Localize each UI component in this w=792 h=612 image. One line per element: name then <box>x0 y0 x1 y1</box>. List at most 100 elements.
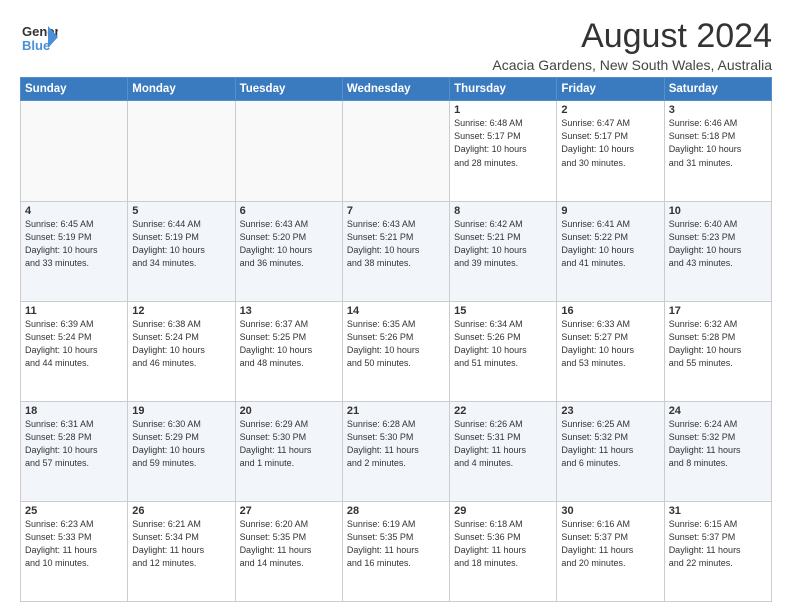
day-number: 18 <box>25 405 123 417</box>
calendar-cell: 10Sunrise: 6:40 AM Sunset: 5:23 PM Dayli… <box>664 201 771 301</box>
day-detail: Sunrise: 6:43 AM Sunset: 5:21 PM Dayligh… <box>347 218 445 270</box>
calendar-cell: 3Sunrise: 6:46 AM Sunset: 5:18 PM Daylig… <box>664 101 771 201</box>
day-number: 30 <box>561 505 659 517</box>
calendar-cell: 12Sunrise: 6:38 AM Sunset: 5:24 PM Dayli… <box>128 301 235 401</box>
day-number: 28 <box>347 505 445 517</box>
calendar-cell: 6Sunrise: 6:43 AM Sunset: 5:20 PM Daylig… <box>235 201 342 301</box>
day-number: 23 <box>561 405 659 417</box>
calendar-cell: 7Sunrise: 6:43 AM Sunset: 5:21 PM Daylig… <box>342 201 449 301</box>
day-header-saturday: Saturday <box>664 78 771 101</box>
day-number: 13 <box>240 305 338 317</box>
day-detail: Sunrise: 6:48 AM Sunset: 5:17 PM Dayligh… <box>454 117 552 169</box>
calendar-cell <box>342 101 449 201</box>
day-number: 26 <box>132 505 230 517</box>
page: General Blue August 2024 Acacia Gardens,… <box>0 0 792 612</box>
calendar-cell: 9Sunrise: 6:41 AM Sunset: 5:22 PM Daylig… <box>557 201 664 301</box>
day-header-thursday: Thursday <box>450 78 557 101</box>
day-number: 5 <box>132 205 230 217</box>
calendar-cell: 15Sunrise: 6:34 AM Sunset: 5:26 PM Dayli… <box>450 301 557 401</box>
calendar-week-2: 4Sunrise: 6:45 AM Sunset: 5:19 PM Daylig… <box>21 201 772 301</box>
logo: General Blue <box>20 18 58 61</box>
day-detail: Sunrise: 6:45 AM Sunset: 5:19 PM Dayligh… <box>25 218 123 270</box>
day-number: 11 <box>25 305 123 317</box>
day-detail: Sunrise: 6:18 AM Sunset: 5:36 PM Dayligh… <box>454 518 552 570</box>
calendar-week-5: 25Sunrise: 6:23 AM Sunset: 5:33 PM Dayli… <box>21 501 772 601</box>
calendar-cell: 22Sunrise: 6:26 AM Sunset: 5:31 PM Dayli… <box>450 401 557 501</box>
calendar-header-row: SundayMondayTuesdayWednesdayThursdayFrid… <box>21 78 772 101</box>
day-number: 3 <box>669 104 767 116</box>
calendar-table: SundayMondayTuesdayWednesdayThursdayFrid… <box>20 77 772 602</box>
day-header-monday: Monday <box>128 78 235 101</box>
calendar-cell <box>235 101 342 201</box>
day-number: 19 <box>132 405 230 417</box>
day-number: 21 <box>347 405 445 417</box>
calendar-cell: 25Sunrise: 6:23 AM Sunset: 5:33 PM Dayli… <box>21 501 128 601</box>
day-detail: Sunrise: 6:25 AM Sunset: 5:32 PM Dayligh… <box>561 418 659 470</box>
day-number: 9 <box>561 205 659 217</box>
day-number: 20 <box>240 405 338 417</box>
day-number: 29 <box>454 505 552 517</box>
day-detail: Sunrise: 6:26 AM Sunset: 5:31 PM Dayligh… <box>454 418 552 470</box>
day-number: 2 <box>561 104 659 116</box>
logo-icon: General Blue <box>20 18 58 56</box>
day-number: 22 <box>454 405 552 417</box>
day-detail: Sunrise: 6:21 AM Sunset: 5:34 PM Dayligh… <box>132 518 230 570</box>
calendar-cell: 2Sunrise: 6:47 AM Sunset: 5:17 PM Daylig… <box>557 101 664 201</box>
day-detail: Sunrise: 6:40 AM Sunset: 5:23 PM Dayligh… <box>669 218 767 270</box>
day-detail: Sunrise: 6:19 AM Sunset: 5:35 PM Dayligh… <box>347 518 445 570</box>
day-detail: Sunrise: 6:34 AM Sunset: 5:26 PM Dayligh… <box>454 318 552 370</box>
calendar-cell: 13Sunrise: 6:37 AM Sunset: 5:25 PM Dayli… <box>235 301 342 401</box>
calendar-cell: 21Sunrise: 6:28 AM Sunset: 5:30 PM Dayli… <box>342 401 449 501</box>
day-detail: Sunrise: 6:41 AM Sunset: 5:22 PM Dayligh… <box>561 218 659 270</box>
calendar-week-4: 18Sunrise: 6:31 AM Sunset: 5:28 PM Dayli… <box>21 401 772 501</box>
day-detail: Sunrise: 6:44 AM Sunset: 5:19 PM Dayligh… <box>132 218 230 270</box>
day-number: 1 <box>454 104 552 116</box>
calendar-cell: 11Sunrise: 6:39 AM Sunset: 5:24 PM Dayli… <box>21 301 128 401</box>
day-detail: Sunrise: 6:15 AM Sunset: 5:37 PM Dayligh… <box>669 518 767 570</box>
day-detail: Sunrise: 6:29 AM Sunset: 5:30 PM Dayligh… <box>240 418 338 470</box>
day-detail: Sunrise: 6:23 AM Sunset: 5:33 PM Dayligh… <box>25 518 123 570</box>
day-detail: Sunrise: 6:42 AM Sunset: 5:21 PM Dayligh… <box>454 218 552 270</box>
calendar-cell: 23Sunrise: 6:25 AM Sunset: 5:32 PM Dayli… <box>557 401 664 501</box>
day-detail: Sunrise: 6:24 AM Sunset: 5:32 PM Dayligh… <box>669 418 767 470</box>
day-number: 10 <box>669 205 767 217</box>
day-number: 6 <box>240 205 338 217</box>
day-detail: Sunrise: 6:39 AM Sunset: 5:24 PM Dayligh… <box>25 318 123 370</box>
day-number: 7 <box>347 205 445 217</box>
day-number: 4 <box>25 205 123 217</box>
calendar-cell <box>128 101 235 201</box>
day-number: 16 <box>561 305 659 317</box>
day-number: 27 <box>240 505 338 517</box>
day-detail: Sunrise: 6:33 AM Sunset: 5:27 PM Dayligh… <box>561 318 659 370</box>
day-header-friday: Friday <box>557 78 664 101</box>
calendar-cell: 4Sunrise: 6:45 AM Sunset: 5:19 PM Daylig… <box>21 201 128 301</box>
day-detail: Sunrise: 6:35 AM Sunset: 5:26 PM Dayligh… <box>347 318 445 370</box>
day-detail: Sunrise: 6:32 AM Sunset: 5:28 PM Dayligh… <box>669 318 767 370</box>
day-detail: Sunrise: 6:28 AM Sunset: 5:30 PM Dayligh… <box>347 418 445 470</box>
day-header-sunday: Sunday <box>21 78 128 101</box>
day-number: 31 <box>669 505 767 517</box>
calendar-cell: 5Sunrise: 6:44 AM Sunset: 5:19 PM Daylig… <box>128 201 235 301</box>
calendar-cell: 1Sunrise: 6:48 AM Sunset: 5:17 PM Daylig… <box>450 101 557 201</box>
calendar-cell: 18Sunrise: 6:31 AM Sunset: 5:28 PM Dayli… <box>21 401 128 501</box>
calendar-cell: 26Sunrise: 6:21 AM Sunset: 5:34 PM Dayli… <box>128 501 235 601</box>
svg-text:Blue: Blue <box>22 38 50 53</box>
day-header-tuesday: Tuesday <box>235 78 342 101</box>
calendar-week-1: 1Sunrise: 6:48 AM Sunset: 5:17 PM Daylig… <box>21 101 772 201</box>
day-number: 17 <box>669 305 767 317</box>
day-detail: Sunrise: 6:16 AM Sunset: 5:37 PM Dayligh… <box>561 518 659 570</box>
calendar-cell: 27Sunrise: 6:20 AM Sunset: 5:35 PM Dayli… <box>235 501 342 601</box>
day-number: 25 <box>25 505 123 517</box>
main-title: August 2024 <box>78 18 772 55</box>
calendar-cell: 19Sunrise: 6:30 AM Sunset: 5:29 PM Dayli… <box>128 401 235 501</box>
calendar-cell: 24Sunrise: 6:24 AM Sunset: 5:32 PM Dayli… <box>664 401 771 501</box>
day-detail: Sunrise: 6:38 AM Sunset: 5:24 PM Dayligh… <box>132 318 230 370</box>
header: General Blue August 2024 Acacia Gardens,… <box>20 18 772 73</box>
calendar-cell: 8Sunrise: 6:42 AM Sunset: 5:21 PM Daylig… <box>450 201 557 301</box>
day-number: 8 <box>454 205 552 217</box>
calendar-cell: 17Sunrise: 6:32 AM Sunset: 5:28 PM Dayli… <box>664 301 771 401</box>
day-detail: Sunrise: 6:43 AM Sunset: 5:20 PM Dayligh… <box>240 218 338 270</box>
calendar-cell: 16Sunrise: 6:33 AM Sunset: 5:27 PM Dayli… <box>557 301 664 401</box>
day-detail: Sunrise: 6:46 AM Sunset: 5:18 PM Dayligh… <box>669 117 767 169</box>
day-detail: Sunrise: 6:31 AM Sunset: 5:28 PM Dayligh… <box>25 418 123 470</box>
